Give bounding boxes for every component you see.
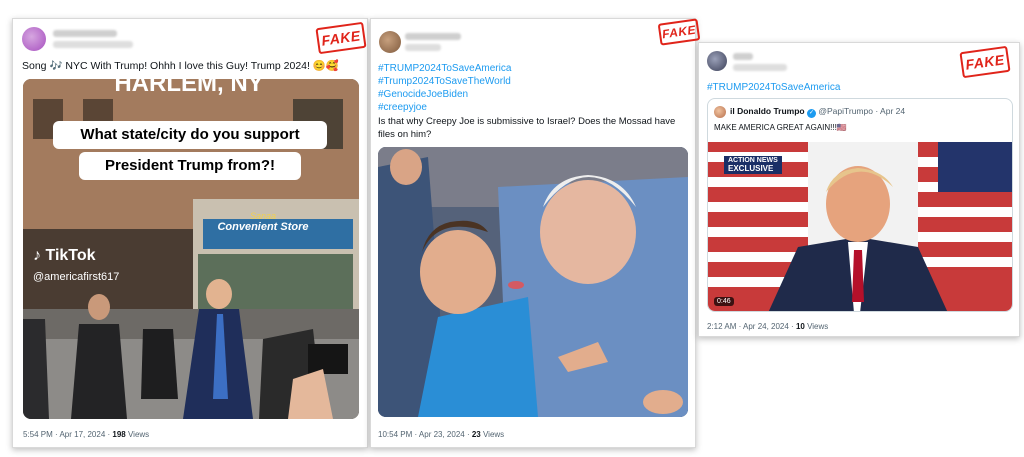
quoted-avatar: [714, 106, 726, 118]
tiktok-logo: ♪ TikTok: [33, 247, 96, 265]
tiktok-handle: @americafirst617: [33, 271, 120, 283]
hashtag-4[interactable]: #creepyjoe: [378, 101, 427, 114]
views-count: 10: [795, 322, 805, 331]
fake-stamp: FAKE: [959, 45, 1011, 79]
tweet-image[interactable]: [378, 147, 688, 417]
fake-stamp: FAKE: [657, 18, 701, 46]
video-duration: 0:46: [714, 297, 734, 306]
tweet-video[interactable]: HARLEM, NY What state/city do you suppor…: [23, 79, 359, 419]
blurred-handle: [405, 44, 441, 51]
timestamp: 2:12 AM · Apr 24, 2024 ·: [707, 322, 796, 331]
quoted-text: MAKE AMERICA GREAT AGAIN!!!🇺🇸: [714, 123, 847, 132]
quoted-author: il Donaldo Trumpo ✓ @PapiTrumpo · Apr 24: [730, 105, 905, 118]
avatar[interactable]: [707, 51, 727, 71]
store-sign: Sanaa Convenient Store: [203, 211, 323, 251]
tweet-text: Song 🎶 NYC With Trump! Ohhh I love this …: [22, 60, 340, 72]
news-badge-line-2: EXCLUSIVE: [728, 164, 774, 173]
quoted-tweet[interactable]: il Donaldo Trumpo ✓ @PapiTrumpo · Apr 24…: [707, 98, 1013, 312]
avatar[interactable]: [379, 31, 401, 53]
hashtag[interactable]: #TRUMP2024ToSaveAmerica: [707, 81, 840, 94]
blurred-handle: [733, 64, 787, 71]
tweet-card-2[interactable]: FAKE #TRUMP2024ToSaveAmerica #Trump2024T…: [370, 18, 701, 448]
blurred-username: [53, 30, 117, 37]
quoted-name: il Donaldo Trumpo: [730, 106, 805, 116]
photo-scene: [378, 147, 688, 417]
quoted-handle: @PapiTrumpo · Apr 24: [818, 106, 906, 116]
views-label: Views: [125, 430, 150, 439]
tweet-meta: 10:54 PM · Apr 23, 2024 · 23 Views: [378, 430, 504, 439]
quoted-video[interactable]: ACTION NEWS EXCLUSIVE 0:46: [708, 142, 1012, 311]
tweet-text-line-2: files on him?: [378, 129, 432, 140]
views-count: 23: [471, 430, 481, 439]
news-badge: ACTION NEWS EXCLUSIVE: [724, 156, 782, 174]
blurred-username: [405, 33, 461, 40]
fake-stamp: FAKE: [315, 21, 367, 55]
views-count: 198: [112, 430, 126, 439]
hashtag-3[interactable]: #GenocideJoeBiden: [378, 88, 468, 101]
timestamp: 10:54 PM · Apr 23, 2024 ·: [378, 430, 472, 439]
blurred-username: [733, 53, 753, 60]
verified-icon: ✓: [806, 109, 816, 118]
tweet-meta: 5:54 PM · Apr 17, 2024 · 198 Views: [23, 430, 149, 439]
tweet-meta: 2:12 AM · Apr 24, 2024 · 10 Views: [707, 322, 828, 331]
timestamp: 5:54 PM · Apr 17, 2024 ·: [23, 430, 113, 439]
hashtag-1[interactable]: #TRUMP2024ToSaveAmerica: [378, 62, 511, 75]
store-sign-name: Sanaa: [249, 211, 277, 221]
blurred-handle: [53, 41, 133, 48]
tweet-text-line-1: Is that why Creepy Joe is submissive to …: [378, 116, 676, 127]
video-top-sign: HARLEM, NY: [114, 79, 264, 97]
hashtag-2[interactable]: #Trump2024ToSaveTheWorld: [378, 75, 511, 88]
tweet-card-1[interactable]: FAKE Song 🎶 NYC With Trump! Ohhh I love …: [12, 18, 368, 448]
views-label: Views: [480, 430, 505, 439]
video-caption-line-2: President Trump from?!: [79, 152, 301, 180]
avatar[interactable]: [22, 27, 46, 51]
tiktok-icon: ♪: [33, 247, 41, 264]
views-label: Views: [804, 322, 829, 331]
tweet-card-3[interactable]: FAKE #TRUMP2024ToSaveAmerica il Donaldo …: [698, 42, 1020, 337]
video-caption-line-1: What state/city do you support: [53, 121, 327, 149]
store-sign-subtitle: Convenient Store: [217, 221, 309, 233]
tiktok-label: TikTok: [45, 247, 96, 264]
